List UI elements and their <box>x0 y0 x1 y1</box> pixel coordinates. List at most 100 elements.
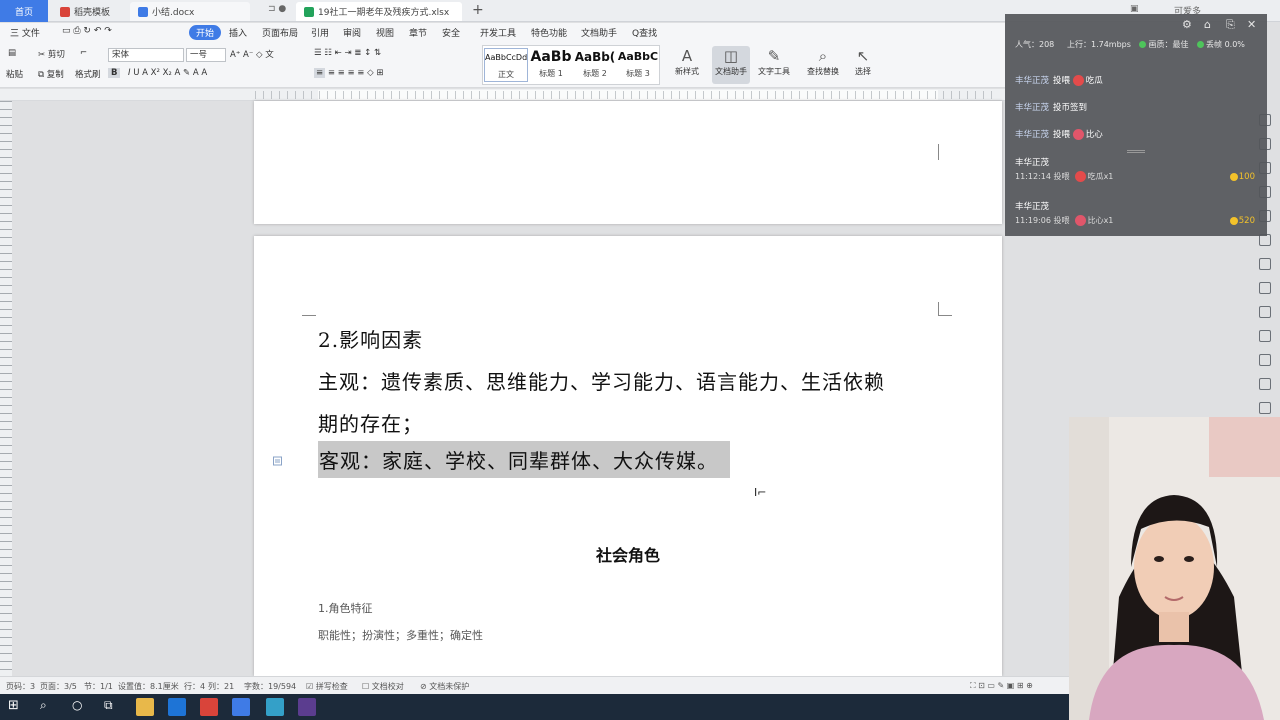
search-icon[interactable]: ⌕ <box>40 698 58 716</box>
doc-selected-line[interactable]: 客观：家庭、学校、同辈群体、大众传媒。 <box>318 441 730 478</box>
proof-label: 文档校对 <box>371 682 404 691</box>
doc-heading[interactable]: 2.影响因素 <box>318 324 423 353</box>
paint-app-icon[interactable] <box>266 698 284 716</box>
brush-icon[interactable]: ⌐ <box>80 48 87 58</box>
style-normal[interactable]: AaBbCcDd 正文 <box>484 48 528 82</box>
lock-icon[interactable]: ⌂ <box>1204 18 1211 31</box>
section-title[interactable]: 社会角色 <box>254 542 1002 566</box>
style-heading-3[interactable]: AaBbC 标题 3 <box>616 48 660 82</box>
status-word-count[interactable]: 字数：19/594 <box>244 681 296 692</box>
menu-developer[interactable]: 开发工具 <box>480 26 516 39</box>
format-icons[interactable]: I U A X² X₂ A ✎ A A <box>128 68 207 78</box>
select-button[interactable]: ↖ 选择 <box>844 46 882 84</box>
quick-access-icons[interactable]: ▭ ⎙ ↻ ↶ ↷ <box>62 26 112 36</box>
document-page-previous[interactable] <box>254 101 1002 224</box>
menu-features[interactable]: 特色功能 <box>531 26 567 39</box>
settings-gear-icon[interactable]: ⚙ <box>1182 18 1192 31</box>
gift-time: 11:19:06 投喂 <box>1015 216 1070 225</box>
status-setting[interactable]: 设置值：8.1厘米 <box>118 681 179 692</box>
tool-label: 文档助手 <box>715 67 747 76</box>
menu-security[interactable]: 安全 <box>442 26 460 39</box>
menu-file[interactable]: 三 文件 <box>10 26 40 39</box>
grid-icon[interactable] <box>1259 258 1271 270</box>
menu-doc-assistant[interactable]: 文档助手 <box>581 26 617 39</box>
view-mode-icons[interactable]: ⛶ ⊡ ▭ ✎ ▣ ⊞ ⊕ <box>970 681 1033 691</box>
status-pages[interactable]: 页面：3/5 <box>40 681 77 692</box>
pin-icon[interactable]: ⎘ <box>1226 18 1235 32</box>
font-size-select[interactable]: 一号 <box>186 48 226 62</box>
chart-icon[interactable] <box>1259 282 1271 294</box>
doc-paragraph-line[interactable]: 主观：遗传素质、思维能力、学习能力、语言能力、生活依赖 <box>318 366 885 395</box>
cortana-icon[interactable]: ○ <box>72 698 90 716</box>
font-grow-icons[interactable]: A⁺ A⁻ ◇ 文 <box>230 48 274 60</box>
doc-assistant-button[interactable]: ◫ 文档助手 <box>712 46 750 84</box>
status-protection[interactable]: ⊘ 文档未保护 <box>420 681 469 692</box>
format-painter-button[interactable]: 格式刷 <box>75 68 101 80</box>
menu-chapter[interactable]: 章节 <box>409 26 427 39</box>
menu-search[interactable]: Q查找 <box>632 26 657 39</box>
find-replace-button[interactable]: ⌕ 查找替换 <box>804 46 842 84</box>
tab-home[interactable]: 首页 <box>0 0 48 22</box>
wps-app-icon[interactable] <box>200 698 218 716</box>
windows-start-icon[interactable]: ⊞ <box>8 698 26 716</box>
danmaku-message: 丰华正茂 投喂 比心 <box>1015 128 1103 140</box>
paragraph-mark-icon[interactable] <box>273 456 285 466</box>
edit-icon[interactable] <box>1259 354 1271 366</box>
style-heading-2[interactable]: AaBb( 标题 2 <box>573 48 617 82</box>
cut-label: 剪切 <box>47 50 65 60</box>
align-icons[interactable]: ≡ ≡ ≡ ≡ ≡ ◇ ⊞ <box>314 68 383 78</box>
image-icon[interactable] <box>1259 330 1271 342</box>
heart-gift-icon <box>1072 129 1084 140</box>
menu-insert[interactable]: 插入 <box>229 26 247 39</box>
horizontal-ruler[interactable] <box>0 89 1005 101</box>
live-danmaku-panel[interactable]: ⚙ ⌂ ⎘ ✕ 人气：208 上行：1.74mbps 画质：最佳 丢帧 0.0%… <box>1005 14 1267 236</box>
list-icon[interactable] <box>1259 402 1271 414</box>
menu-view[interactable]: 视图 <box>376 26 394 39</box>
doc-paragraph-line[interactable]: 期的存在； <box>318 408 423 437</box>
popularity-stat: 人气：208 <box>1015 40 1055 49</box>
file-explorer-icon[interactable] <box>136 698 154 716</box>
text-tools-button[interactable]: ✎ 文字工具 <box>755 46 793 84</box>
list-icons[interactable]: ☰ ☷ ⇤ ⇥ ≣ ↕ ⇅ <box>314 48 381 58</box>
new-style-icon: A <box>681 47 693 65</box>
edge-browser-icon[interactable] <box>168 698 186 716</box>
new-style-button[interactable]: A 新样式 <box>668 46 706 84</box>
tab-template[interactable]: 稻壳模板 <box>52 2 128 21</box>
menu-review[interactable]: 审阅 <box>343 26 361 39</box>
paste-button[interactable]: 粘贴 <box>6 68 23 80</box>
style-heading-1[interactable]: AaBb 标题 1 <box>529 48 573 82</box>
word-doc-icon <box>138 6 148 17</box>
status-spell-check[interactable]: ☑ 拼写检查 <box>306 681 348 692</box>
copy-button[interactable]: ⧉ 复制 <box>38 68 64 80</box>
document-page-current[interactable]: 2.影响因素 主观：遗传素质、思维能力、学习能力、语言能力、生活依赖 期的存在；… <box>254 236 1002 676</box>
status-page-number[interactable]: 页码：3 <box>6 681 35 692</box>
window-restore-icon[interactable]: ⊐ ● <box>268 4 286 14</box>
status-row[interactable]: 行：4 <box>184 681 205 692</box>
bold-button[interactable]: B <box>108 68 121 78</box>
status-proofread[interactable]: ☐ 文档校对 <box>362 681 404 692</box>
tab-docx[interactable]: 小结.docx <box>130 2 250 21</box>
font-name-select[interactable]: 宋体 <box>108 48 184 62</box>
tab-xlsx[interactable]: 19社工一期老年及残疾方式.xlsx <box>296 2 462 21</box>
vertical-ruler[interactable] <box>0 101 12 676</box>
adjust-icon[interactable] <box>1259 306 1271 318</box>
paste-icon[interactable]: ▤ <box>8 48 16 58</box>
task-view-icon[interactable]: ⧉ <box>104 698 122 716</box>
status-col[interactable]: 列：21 <box>208 681 234 692</box>
obs-app-icon[interactable] <box>298 698 316 716</box>
menu-reference[interactable]: 引用 <box>311 26 329 39</box>
menu-home[interactable]: 开始 <box>189 25 222 40</box>
sliders-icon[interactable] <box>1259 378 1271 390</box>
windows-taskbar: ⊞ ⌕ ○ ⧉ <box>0 694 1069 720</box>
drag-handle[interactable] <box>1127 150 1145 153</box>
close-icon[interactable]: ✕ <box>1247 18 1256 31</box>
menu-layout[interactable]: 页面布局 <box>262 26 298 39</box>
status-section[interactable]: 节：1/1 <box>84 681 113 692</box>
protection-label: 文档未保护 <box>429 682 470 691</box>
writer-app-icon[interactable] <box>232 698 250 716</box>
doc-small-line[interactable]: 职能性；扮演性；多重性；确定性 <box>318 627 483 643</box>
gift-user: 丰华正茂 <box>1015 202 1050 212</box>
doc-small-line[interactable]: 1.角色特征 <box>318 600 373 616</box>
new-tab-button[interactable]: + <box>472 2 484 18</box>
cut-button[interactable]: ✂ 剪切 <box>38 48 65 60</box>
